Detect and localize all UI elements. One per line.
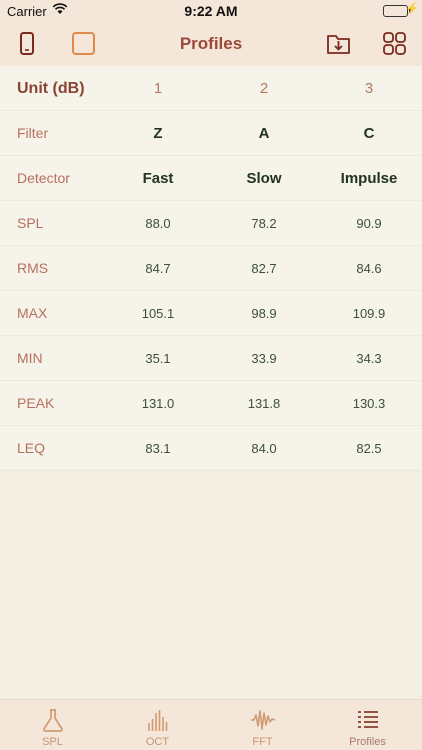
- rms-value-3: 84.6: [356, 261, 382, 276]
- detector-value-3[interactable]: Impulse: [314, 156, 422, 201]
- min-value-3: 34.3: [356, 351, 382, 366]
- octave-bars-icon: [148, 710, 168, 731]
- row-label: MIN: [17, 350, 43, 366]
- row-label: RMS: [17, 260, 49, 276]
- peak-value-2: 131.8: [247, 396, 281, 411]
- leq-value-1: 83.1: [145, 441, 171, 456]
- rms-value-2: 82.7: [251, 261, 277, 276]
- charging-icon: ⚡: [405, 3, 419, 15]
- peak-value-3: 130.3: [352, 396, 386, 411]
- tab-label: FFT: [252, 736, 273, 748]
- detector-row: Detector Fast Slow Impulse: [0, 156, 422, 201]
- leq-value-2: 84.0: [251, 441, 277, 456]
- profile-3-header[interactable]: 3: [314, 66, 422, 111]
- detector-value-2[interactable]: Slow: [209, 156, 319, 201]
- grid-apps-icon[interactable]: [381, 30, 409, 58]
- table-header-row: Unit (dB) 1 2 3: [0, 66, 422, 111]
- filter-value-3[interactable]: C: [314, 111, 422, 156]
- row-label: Filter: [17, 125, 49, 141]
- tab-label: SPL: [42, 736, 63, 748]
- row-label: MAX: [17, 305, 48, 321]
- tab-bar: SPL OCT FFT Profiles: [0, 699, 422, 750]
- tab-profiles[interactable]: Profiles: [315, 700, 420, 750]
- rms-row: RMS 84.7 82.7 84.6: [0, 246, 422, 291]
- nav-bar: Profiles: [0, 22, 422, 66]
- spl-value-2: 78.2: [251, 216, 277, 231]
- profile-1-header[interactable]: 1: [103, 66, 213, 111]
- max-value-1: 105.1: [141, 306, 175, 321]
- spl-row: SPL 88.0 78.2 90.9: [0, 201, 422, 246]
- row-label: PEAK: [17, 395, 55, 411]
- filter-value-1[interactable]: Z: [103, 111, 213, 156]
- leq-value-3: 82.5: [356, 441, 382, 456]
- detector-value-1[interactable]: Fast: [103, 156, 213, 201]
- filter-value-2[interactable]: A: [209, 111, 319, 156]
- max-value-2: 98.9: [251, 306, 277, 321]
- status-bar: Carrier 9:22 AM ⚡: [0, 0, 422, 22]
- peak-row: PEAK 131.0 131.8 130.3: [0, 381, 422, 426]
- rms-value-1: 84.7: [145, 261, 171, 276]
- tab-label: Profiles: [349, 736, 386, 748]
- page-title: Profiles: [179, 34, 243, 53]
- profiles-table: Unit (dB) 1 2 3 Filter Z A C Detector Fa…: [0, 66, 422, 471]
- spl-value-1: 88.0: [145, 216, 171, 231]
- max-value-3: 109.9: [352, 306, 386, 321]
- filter-row: Filter Z A C: [0, 111, 422, 156]
- tab-fft[interactable]: FFT: [210, 700, 315, 750]
- min-row: MIN 35.1 33.9 34.3: [0, 336, 422, 381]
- tab-oct[interactable]: OCT: [105, 700, 210, 750]
- row-label: LEQ: [17, 440, 46, 456]
- row-label: SPL: [17, 215, 44, 231]
- spl-value-3: 90.9: [356, 216, 382, 231]
- waveform-icon: [251, 710, 276, 730]
- unit-label: Unit (dB): [17, 80, 85, 97]
- import-folder-icon[interactable]: [325, 30, 353, 58]
- min-value-1: 35.1: [145, 351, 171, 366]
- list-icon: [358, 711, 378, 728]
- flask-icon: [43, 709, 63, 732]
- leq-row: LEQ 83.1 84.0 82.5: [0, 426, 422, 471]
- row-label: Detector: [17, 170, 70, 186]
- peak-value-1: 131.0: [141, 396, 175, 411]
- battery-icon: [383, 5, 408, 17]
- min-value-2: 33.9: [251, 351, 277, 366]
- profile-2-header[interactable]: 2: [209, 66, 319, 111]
- max-row: MAX 105.1 98.9 109.9: [0, 291, 422, 336]
- status-time: 9:22 AM: [184, 3, 238, 19]
- tab-label: OCT: [145, 736, 170, 748]
- tab-spl[interactable]: SPL: [0, 700, 105, 750]
